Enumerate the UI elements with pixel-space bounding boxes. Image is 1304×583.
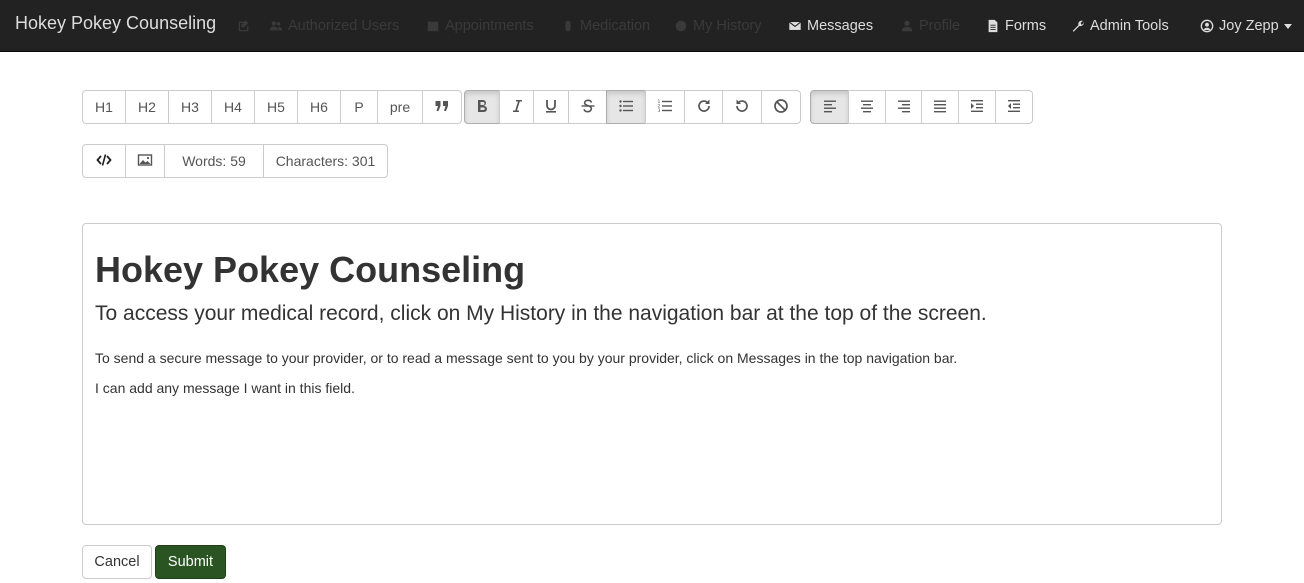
envelope-icon (787, 18, 803, 34)
h6-button[interactable]: H6 (297, 90, 341, 124)
bullet-list-icon (618, 98, 634, 117)
align-right-button[interactable] (885, 90, 922, 124)
calendar-icon (425, 18, 441, 34)
align-left-button[interactable] (810, 90, 849, 124)
wrench-icon (1070, 18, 1086, 34)
h3-button[interactable]: H3 (168, 90, 212, 124)
underline-icon (543, 98, 559, 117)
image-icon (137, 152, 153, 171)
submit-button[interactable]: Submit (155, 545, 226, 579)
user-circle-icon (1199, 18, 1215, 34)
history-icon (673, 18, 689, 34)
indent-icon (969, 98, 985, 117)
numbered-list-button[interactable]: 123 (645, 90, 685, 124)
indent-button[interactable] (958, 90, 996, 124)
cancel-button[interactable]: Cancel (82, 545, 152, 579)
italic-button[interactable] (499, 90, 534, 124)
h4-button[interactable]: H4 (211, 90, 255, 124)
nav-authorized-users: Authorized Users (268, 16, 399, 36)
align-left-icon (822, 98, 838, 117)
users-icon (268, 18, 284, 34)
align-justify-button[interactable] (921, 90, 959, 124)
html-source-button[interactable] (82, 144, 126, 178)
underline-button[interactable] (533, 90, 569, 124)
h2-button[interactable]: H2 (125, 90, 169, 124)
svg-text:3: 3 (658, 108, 661, 114)
editor-paragraph: To send a secure message to your provide… (95, 350, 958, 366)
user-icon (899, 18, 915, 34)
nav-my-history: My History (673, 16, 761, 36)
strikethrough-button[interactable] (568, 90, 607, 124)
nav-admin-tools[interactable]: Admin Tools (1070, 16, 1169, 36)
heading-style-group: H1 H2 H3 H4 H5 H6 P pre (82, 90, 462, 124)
undo-button[interactable] (722, 90, 762, 124)
bullet-list-button[interactable] (606, 90, 646, 124)
quote-icon (434, 98, 450, 117)
outdent-icon (1006, 98, 1022, 117)
align-right-icon (896, 98, 912, 117)
editor-heading: Hokey Pokey Counseling (95, 249, 526, 290)
redo-icon (696, 98, 712, 117)
rich-text-editor[interactable]: Hokey Pokey Counseling To access your me… (82, 223, 1222, 525)
undo-icon (734, 98, 750, 117)
word-count: Words: 59 (164, 144, 264, 178)
italic-icon (509, 98, 525, 117)
align-justify-icon (932, 98, 948, 117)
text-format-group: 123 (464, 90, 801, 124)
h1-button[interactable]: H1 (82, 90, 126, 124)
numbered-list-icon: 123 (657, 98, 673, 117)
top-navbar: Hokey Pokey Counseling Authorized Users … (0, 0, 1304, 52)
navbar-brand[interactable]: Hokey Pokey Counseling (15, 13, 216, 34)
nav-user-menu[interactable]: Joy Zepp (1199, 16, 1292, 36)
clear-format-button[interactable] (761, 90, 801, 124)
align-center-button[interactable] (848, 90, 886, 124)
file-icon (985, 18, 1001, 34)
strikethrough-icon (580, 98, 596, 117)
pill-icon (560, 18, 576, 34)
nav-forms[interactable]: Forms (985, 16, 1046, 36)
h5-button[interactable]: H5 (254, 90, 298, 124)
paragraph-button[interactable]: P (340, 90, 378, 124)
nav-messages[interactable]: Messages (787, 16, 873, 36)
nav-medication: Medication (560, 16, 650, 36)
redo-button[interactable] (684, 90, 723, 124)
pre-button[interactable]: pre (377, 90, 423, 124)
view-stats-group: Words: 59 Characters: 301 (82, 144, 388, 178)
code-icon (96, 152, 112, 171)
alignment-group (810, 90, 1033, 124)
ban-icon (773, 98, 789, 117)
align-center-icon (859, 98, 875, 117)
bold-button[interactable] (464, 90, 500, 124)
editor-paragraph: I can add any message I want in this fie… (95, 380, 355, 396)
outdent-button[interactable] (995, 90, 1033, 124)
nav-appointments: Appointments (425, 16, 534, 36)
chevron-down-icon (1283, 23, 1292, 29)
edit-icon (236, 16, 256, 36)
insert-image-button[interactable] (125, 144, 165, 178)
bold-icon (474, 98, 490, 117)
character-count: Characters: 301 (263, 144, 388, 178)
blockquote-button[interactable] (422, 90, 462, 124)
nav-profile: Profile (899, 16, 960, 36)
editor-lead-text: To access your medical record, click on … (95, 302, 987, 325)
